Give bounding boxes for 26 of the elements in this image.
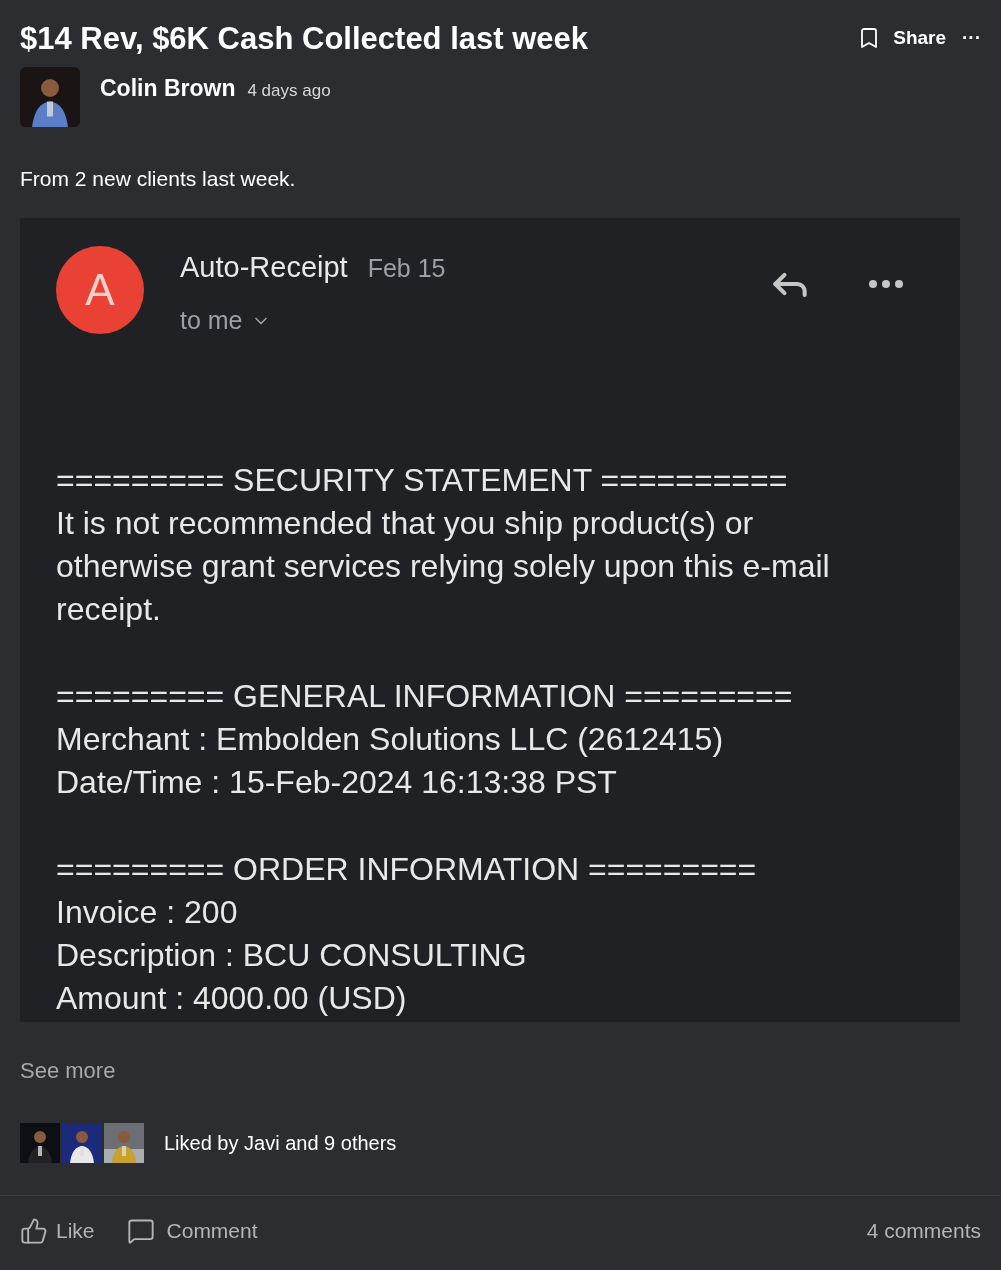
more-icon[interactable] <box>868 278 904 291</box>
section-heading: ========= SECURITY STATEMENT ========== <box>56 461 789 501</box>
section-heading: ========= GENERAL INFORMATION ========= <box>56 677 794 717</box>
section-heading: ========= ORDER INFORMATION ========= <box>56 850 758 890</box>
comment-count[interactable]: 4 comments <box>866 1215 981 1247</box>
email-text: Amount : 4000.00 (USD) <box>56 979 408 1019</box>
post-title: $14 Rev, $6K Cash Collected last week <box>20 20 589 58</box>
email-date: Feb 15 <box>367 253 446 285</box>
author-name[interactable]: Colin Brown <box>100 70 236 106</box>
post-text: From 2 new clients last week. <box>19 165 297 192</box>
email-text: Description : BCU CONSULTING <box>56 936 528 976</box>
likes-text[interactable]: Liked by Javi and 9 others <box>164 1128 397 1159</box>
like-button[interactable]: Like <box>20 1215 95 1247</box>
comment-button[interactable]: Comment <box>126 1215 258 1247</box>
recipient-dropdown[interactable]: to me <box>180 301 446 340</box>
email-text: It is not recommended that you ship product(s) or otherwise grant services relying solely upon this e-mail receipt. <box>56 504 831 630</box>
see-more-link[interactable]: See more <box>0 1054 136 1088</box>
email-text: Invoice : 200 <box>56 893 239 933</box>
more-button[interactable]: ··· <box>962 24 981 53</box>
email-text: Merchant : Embolden Solutions LLC (2612415) <box>56 720 725 760</box>
email-text: Date/Time : 15-Feb-2024 16:13:38 PST <box>56 763 618 803</box>
thumbs-up-icon <box>20 1216 48 1245</box>
post-time: 4 days ago <box>247 79 331 102</box>
share-button[interactable]: Share <box>893 24 946 53</box>
sender-avatar: A <box>56 246 144 335</box>
sender-name: Auto-Receipt <box>180 250 348 286</box>
